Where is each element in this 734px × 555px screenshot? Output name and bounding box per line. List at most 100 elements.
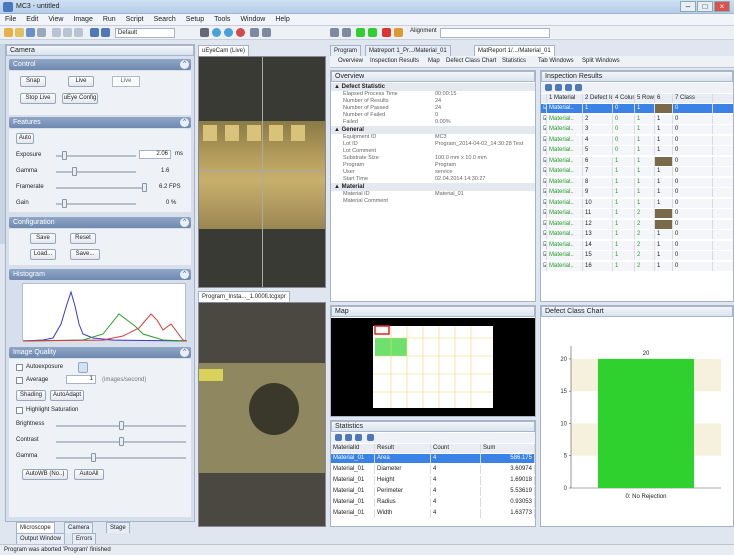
stats-sort-icon[interactable] — [355, 434, 362, 441]
snap-button[interactable]: Snap — [20, 76, 46, 87]
inspection-header-cell[interactable]: 2 Defect Id — [583, 94, 613, 103]
tab-camera[interactable]: Camera — [64, 522, 94, 533]
inspection-row[interactable]: ☑Material..91110 — [541, 188, 733, 197]
minimize-button[interactable]: – — [680, 1, 696, 12]
config-save-as-button[interactable]: Save... — [70, 249, 100, 260]
ueye-config-button[interactable]: uEye Config — [62, 93, 98, 104]
features-section-header[interactable]: Features ^ — [9, 117, 191, 128]
program-image-view[interactable] — [198, 302, 326, 527]
highlight-checkbox[interactable] — [16, 407, 23, 414]
stats-grid-icon[interactable] — [335, 434, 342, 441]
autoall-button[interactable]: AutoAll — [74, 469, 104, 480]
stop-button[interactable]: Live — [68, 76, 94, 87]
overview-section-header[interactable]: ▲ General — [331, 126, 535, 134]
grid-icon[interactable] — [250, 28, 259, 37]
grid2-icon[interactable] — [262, 28, 271, 37]
run2-icon[interactable] — [368, 28, 377, 37]
tab-stage[interactable]: Stage — [106, 522, 130, 533]
sub-tab-statistics[interactable]: Statistics — [502, 56, 526, 67]
statistics-row[interactable]: Material_01 Perimeter 4 5.53619 — [331, 487, 535, 496]
collapse-icon[interactable]: ^ — [180, 270, 189, 279]
alignment-input[interactable] — [440, 28, 550, 38]
inspection-row[interactable]: ☑Material..141210 — [541, 240, 733, 250]
iq-gamma-slider[interactable] — [56, 453, 186, 462]
doc-tab-matreport2[interactable]: MatReport 1/.../Material_01 — [474, 45, 555, 56]
inspection-row[interactable]: ☑Material..10110 — [541, 104, 733, 113]
inspection-row[interactable]: ☑Material..121210 — [541, 219, 733, 229]
inspection-row[interactable]: ☑Material..151210 — [541, 251, 733, 260]
cut-icon[interactable] — [52, 28, 61, 37]
run-icon[interactable] — [356, 28, 365, 37]
sub-tab-split-windows[interactable]: Split Windows — [582, 56, 620, 67]
tab-output-window[interactable]: Output Window — [16, 533, 66, 544]
sub-tab-tab-windows[interactable]: Tab Windows — [538, 56, 574, 67]
menu-tools[interactable]: Tools — [209, 14, 235, 23]
tab-program-image[interactable]: Program_Insta..._1.000fi.tcgxpr — [198, 291, 290, 302]
tab-live-image[interactable]: uEyeCam (Live) — [198, 45, 250, 56]
image-quality-section-header[interactable]: Image Quality ^ — [9, 347, 191, 358]
collapse-icon[interactable]: ^ — [180, 348, 189, 357]
zoom-out-icon[interactable] — [224, 28, 233, 37]
exposure-slider[interactable] — [56, 151, 136, 160]
configuration-section-header[interactable]: Configuration ^ — [9, 217, 191, 228]
export-icon[interactable] — [575, 84, 582, 91]
doc-tab-matreport1[interactable]: Matreport 1_Pr.../Material_01 — [365, 45, 451, 56]
collapse-icon[interactable]: ^ — [180, 60, 189, 69]
menu-script[interactable]: Script — [121, 14, 149, 23]
contrast-knob[interactable] — [119, 437, 124, 446]
control-section-header[interactable]: Control ^ — [9, 59, 191, 70]
doc-tab-program[interactable]: Program — [330, 45, 362, 56]
menu-help[interactable]: Help — [270, 14, 294, 23]
filter-icon[interactable] — [555, 84, 562, 91]
average-checkbox[interactable] — [16, 377, 23, 384]
gamma-slider[interactable] — [56, 167, 136, 176]
menu-view[interactable]: View — [43, 14, 68, 23]
menu-search[interactable]: Search — [149, 14, 181, 23]
close-button[interactable]: × — [714, 1, 730, 12]
overview-section-header[interactable]: ▲ Material — [331, 183, 535, 191]
framerate-slider[interactable] — [56, 183, 147, 192]
auto-button[interactable]: Auto — [16, 133, 34, 144]
inspection-row[interactable]: ☑Material..131210 — [541, 230, 733, 239]
record-icon[interactable] — [236, 28, 245, 37]
statistics-header-cell[interactable]: Result — [375, 444, 431, 453]
inspection-row[interactable]: ☑Material..30110 — [541, 125, 733, 134]
collapsed-side-strip[interactable] — [0, 44, 5, 244]
iq-gamma-knob[interactable] — [91, 453, 96, 462]
statistics-row[interactable]: Material_01 Width 4 1.63773 — [331, 509, 535, 518]
tab-errors[interactable]: Errors — [72, 533, 97, 544]
sub-tab-inspection-results[interactable]: Inspection Results — [370, 56, 419, 67]
pause-icon[interactable] — [394, 28, 403, 37]
sort-icon[interactable] — [565, 84, 572, 91]
exposure-knob[interactable] — [62, 151, 67, 160]
stop-live-button[interactable]: Stop Live — [20, 93, 56, 104]
overview-section-header[interactable]: ▲ Defect Statistic — [331, 83, 535, 91]
stop-icon[interactable] — [382, 28, 391, 37]
inspection-header-cell[interactable]: 1 Material — [547, 94, 583, 103]
grid-view-icon[interactable] — [545, 84, 552, 91]
menu-window[interactable]: Window — [235, 14, 270, 23]
layout-select[interactable]: Default — [115, 28, 175, 38]
autoexposure-config-icon[interactable] — [78, 362, 88, 373]
statistics-header-cell[interactable]: Sum — [481, 444, 535, 453]
shading-button[interactable]: Shading — [16, 390, 46, 401]
inspection-row[interactable]: ☑Material..40110 — [541, 135, 733, 145]
contrast-slider[interactable] — [56, 437, 186, 446]
inspection-row[interactable]: ☑Material..61110 — [541, 156, 733, 166]
autowb-button[interactable]: AutoWB (No..) — [22, 469, 68, 480]
inspection-row[interactable]: ☑Material..50110 — [541, 146, 733, 155]
gain-slider[interactable] — [56, 199, 136, 208]
statistics-header-cell[interactable]: MaterialId — [331, 444, 375, 453]
inspection-header-cell[interactable]: 7 Class — [673, 94, 713, 103]
statistics-row[interactable]: Material_01 Area 4 586.175 — [331, 454, 535, 463]
stats-filter-icon[interactable] — [345, 434, 352, 441]
new-icon[interactable] — [4, 28, 13, 37]
inspection-row[interactable]: ☑Material..101110 — [541, 198, 733, 208]
autoadapt-button[interactable]: AutoAdapt — [50, 390, 84, 401]
framerate-knob[interactable] — [142, 183, 147, 192]
statistics-header-cell[interactable]: Count — [431, 444, 481, 453]
inspection-header-cell[interactable]: 5 Row — [635, 94, 655, 103]
inspection-row[interactable]: ☑Material..161210 — [541, 261, 733, 271]
menu-image[interactable]: Image — [68, 14, 97, 23]
brightness-slider[interactable] — [56, 421, 186, 430]
